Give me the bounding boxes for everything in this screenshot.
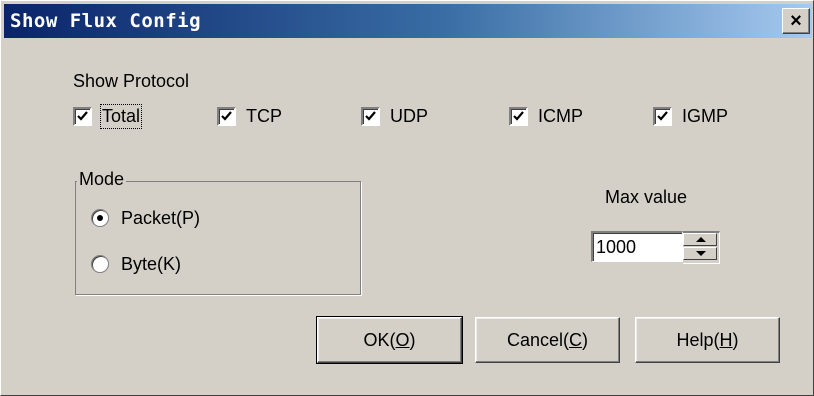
radio-byte[interactable]: Byte(K) [91,253,181,275]
ok-label-prefix: OK( [363,329,396,350]
checkbox-igmp[interactable]: IGMP [653,105,728,127]
help-button[interactable]: Help(H) [635,317,780,363]
check-icon [221,110,232,121]
spin-buttons [683,231,720,264]
ok-label-suffix: ) [409,329,416,350]
window-title: Show Flux Config [10,10,202,32]
checkbox-label: TCP [246,105,282,126]
checkbox-icmp[interactable]: ICMP [509,105,583,127]
checkbox-label: UDP [390,105,429,126]
radio-packet[interactable]: Packet(P) [91,207,200,229]
cancel-button[interactable]: Cancel(C) [475,317,620,363]
max-value-spinner [591,231,721,264]
mode-groupbox [75,181,361,295]
checkbox-box[interactable] [73,106,92,126]
title-bar[interactable]: Show Flux Config × [4,4,812,38]
checkbox-box[interactable] [361,106,380,126]
check-icon [365,110,376,121]
cancel-label-prefix: Cancel( [506,329,570,350]
arrow-up-icon [696,237,706,242]
show-flux-config-dialog: Show Flux Config × Show Protocol Total T… [0,0,814,396]
checkbox-label: ICMP [538,105,583,126]
cancel-accel-key: C [569,329,583,350]
close-icon: × [790,10,802,32]
mode-group-label: Mode [77,169,127,190]
help-accel-key: H [719,329,733,350]
radio-button[interactable] [91,255,109,273]
spin-down-button[interactable] [683,247,717,260]
ok-button[interactable]: OK(O) [316,316,463,364]
checkbox-udp[interactable]: UDP [361,105,428,127]
arrow-down-icon [696,251,706,256]
close-button[interactable]: × [782,8,810,34]
radio-label: Packet(P) [121,207,201,228]
check-icon [657,110,668,121]
max-value-input[interactable] [591,231,683,262]
help-label-suffix: ) [732,329,739,350]
checkbox-box[interactable] [653,106,672,126]
checkbox-box[interactable] [509,106,528,126]
radio-button[interactable] [91,209,109,227]
checkbox-total[interactable]: Total [73,103,143,129]
checkbox-label: IGMP [682,105,729,126]
checkbox-box[interactable] [217,106,236,126]
check-icon [513,110,524,121]
max-value-label: Max value [605,187,688,207]
show-protocol-label: Show Protocol [73,71,190,91]
radio-selected-dot [97,215,103,221]
checkbox-label: Total [99,103,143,129]
checkbox-tcp[interactable]: TCP [217,105,282,127]
ok-accel-key: O [395,329,410,350]
cancel-label-suffix: ) [582,329,589,350]
radio-label: Byte(K) [121,253,182,274]
help-label-prefix: Help( [676,329,720,350]
check-icon [77,110,88,121]
spin-up-button[interactable] [683,233,717,246]
